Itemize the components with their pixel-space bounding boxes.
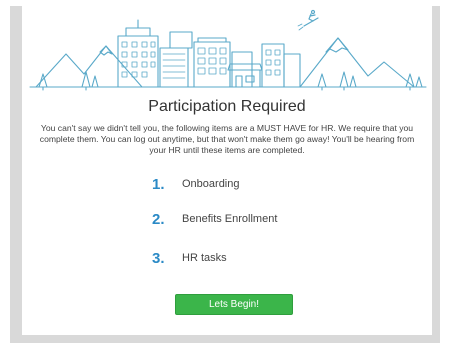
step-number: 2.: [152, 210, 165, 228]
step-item-hr-tasks: 3. HR tasks: [152, 248, 227, 268]
step-number: 3.: [152, 249, 165, 267]
step-number: 1.: [152, 175, 165, 193]
step-item-benefits-enrollment: 2. Benefits Enrollment: [152, 209, 277, 229]
step-label: Benefits Enrollment: [182, 213, 278, 225]
city-mountains-illustration: [29, 9, 427, 91]
page-description: You can't say we didn't tell you, the fo…: [39, 123, 415, 155]
step-label: HR tasks: [182, 252, 227, 264]
participation-card: Participation Required You can't say we …: [22, 6, 432, 335]
lets-begin-button[interactable]: Lets Begin!: [175, 294, 293, 315]
step-label: Onboarding: [182, 178, 240, 190]
page-title: Participation Required: [148, 98, 306, 115]
step-item-onboarding: 1. Onboarding: [152, 174, 240, 194]
